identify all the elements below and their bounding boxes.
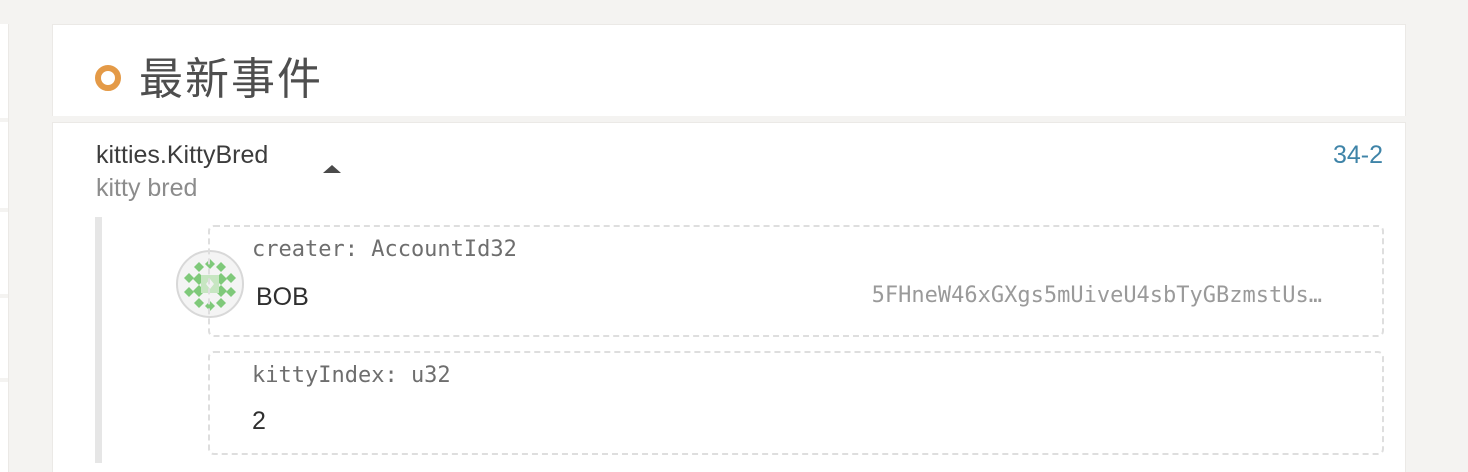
param-kitty-index: kittyIndex: u32 2 (208, 351, 1384, 455)
panel-divider (0, 378, 8, 382)
section-title: 最新事件 (139, 54, 323, 105)
param-creater: creater: AccountId32 BOB 5FHneW46xGXgs5m… (208, 225, 1384, 337)
account-name: BOB (256, 283, 309, 311)
event-row[interactable]: kitties.KittyBred kitty bred 34-2 create… (52, 122, 1406, 472)
event-id-link[interactable]: 34-2 (1333, 141, 1383, 170)
event-name: kitties.KittyBred (96, 141, 269, 169)
param-label: creater: AccountId32 (252, 237, 517, 262)
param-value: 2 (252, 407, 266, 435)
left-panel-edge (0, 24, 9, 472)
account-address[interactable]: 5FHneW46xGXgs5mUiveU4sbTyGBzmstUs… (872, 283, 1322, 308)
param-label: kittyIndex: u32 (252, 363, 451, 388)
collapse-caret-icon[interactable] (323, 165, 341, 173)
panel-divider (0, 208, 8, 212)
params-indent-bar (95, 217, 102, 463)
section-dot-icon (95, 65, 121, 91)
panel-divider (0, 118, 8, 122)
event-description: kitty bred (96, 174, 198, 202)
recent-events-header: 最新事件 (52, 24, 1406, 116)
panel-divider (0, 294, 8, 298)
